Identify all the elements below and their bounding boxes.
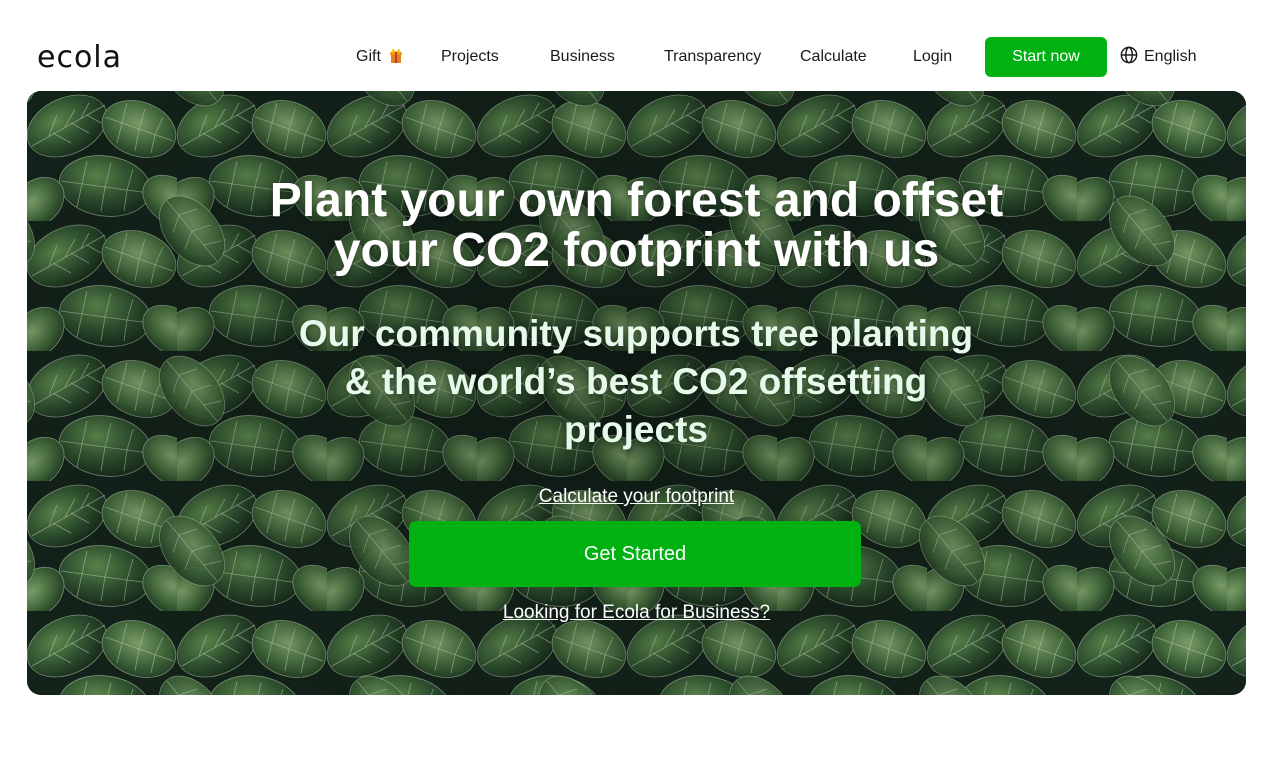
nav-calculate[interactable]: Calculate [800,46,867,68]
hero-subtitle: Our community supports tree planting & t… [298,313,974,450]
nav-login[interactable]: Login [913,46,952,68]
get-started-button[interactable]: Get Started [409,521,861,587]
nav-projects[interactable]: Projects [441,46,499,68]
nav-gift-label: Gift [356,48,381,65]
hero-title: Plant your own forest and offset your CO… [27,176,1246,276]
page: ecola Gift Projects Business Transparenc… [0,0,1270,760]
hero-title-line-1: Plant your own forest and offset [269,174,1004,227]
calculate-footprint-link[interactable]: Calculate your footprint [27,485,1246,509]
hero-title-line-2: your CO2 footprint with us [333,224,940,277]
gift-icon [390,49,403,63]
top-navigation: ecola Gift Projects Business Transparenc… [0,0,1270,90]
start-now-button[interactable]: Start now [985,37,1107,77]
nav-transparency[interactable]: Transparency [664,46,761,68]
ecola-for-business-link[interactable]: Looking for Ecola for Business? [27,601,1246,625]
globe-icon [1120,46,1138,64]
language-label: English [1144,48,1197,65]
ecola-logo[interactable]: ecola [37,38,122,78]
nav-gift[interactable]: Gift [356,46,403,68]
nav-business[interactable]: Business [550,46,615,68]
language-selector[interactable]: English [1120,46,1196,68]
hero-banner: Plant your own forest and offset your CO… [27,91,1246,695]
